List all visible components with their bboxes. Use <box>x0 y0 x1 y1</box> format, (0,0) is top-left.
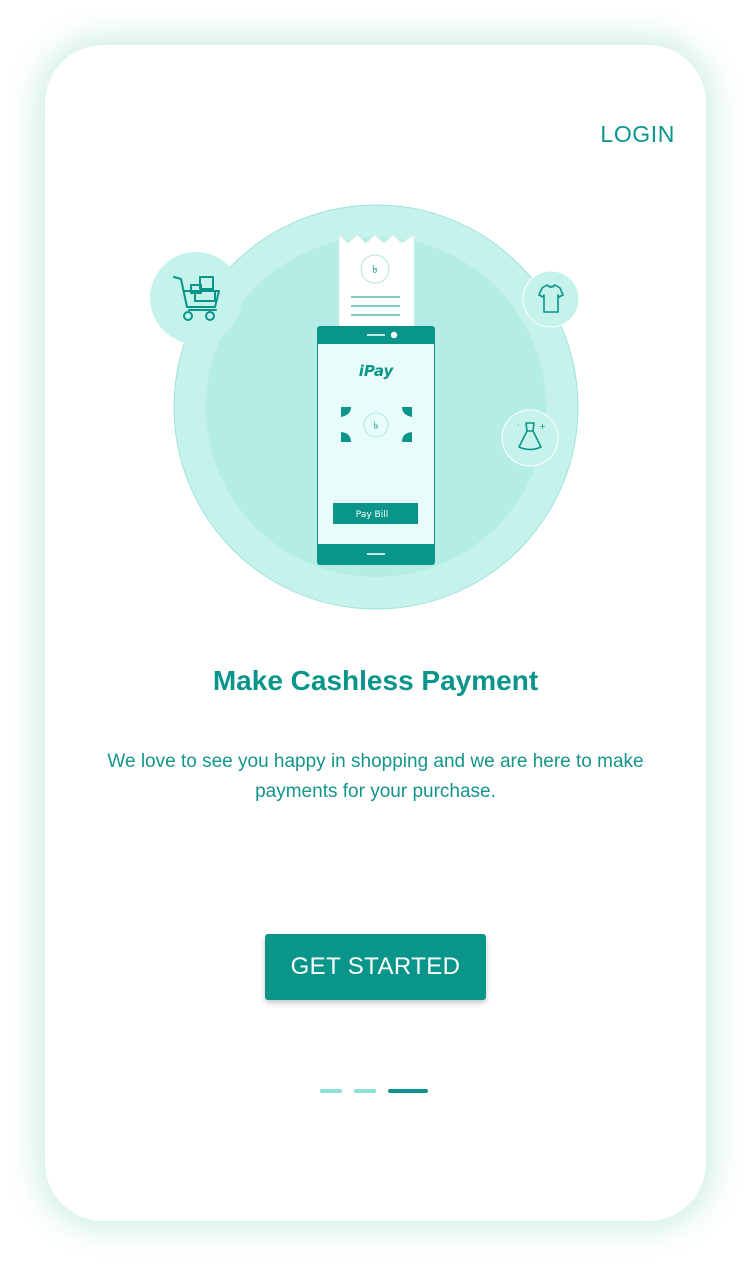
svg-text:+: + <box>539 422 546 431</box>
page-dot[interactable] <box>354 1089 376 1093</box>
ipay-logo: iPay <box>359 362 395 380</box>
shopping-cart-icon <box>150 252 242 344</box>
svg-text:·: · <box>517 421 520 430</box>
phone: iPay ৳ Pay Bill <box>317 326 435 565</box>
get-started-button[interactable]: GET STARTED <box>265 934 486 1000</box>
receipt-currency-symbol: ৳ <box>372 263 377 276</box>
payment-illustration: · + ৳ iPay ৳ Pay Bill <box>150 204 580 610</box>
receipt: ৳ <box>338 233 415 336</box>
description-text: We love to see you happy in shopping and… <box>107 751 644 802</box>
page-title: Make Cashless Payment <box>212 665 539 696</box>
note-currency-symbol: ৳ <box>374 421 379 432</box>
page-dot[interactable] <box>320 1089 342 1093</box>
onboarding-screen: LOGIN · + ৳ iPay ৳ Pay Bill Make Cashles… <box>45 45 706 1221</box>
dress-icon: · + <box>501 409 559 467</box>
pagination-indicator <box>320 1089 428 1093</box>
page-dot-active[interactable] <box>388 1089 428 1093</box>
pay-bill-label: Pay Bill <box>356 510 388 520</box>
banknote-icon: ৳ <box>341 407 412 442</box>
shirt-icon <box>522 270 580 328</box>
